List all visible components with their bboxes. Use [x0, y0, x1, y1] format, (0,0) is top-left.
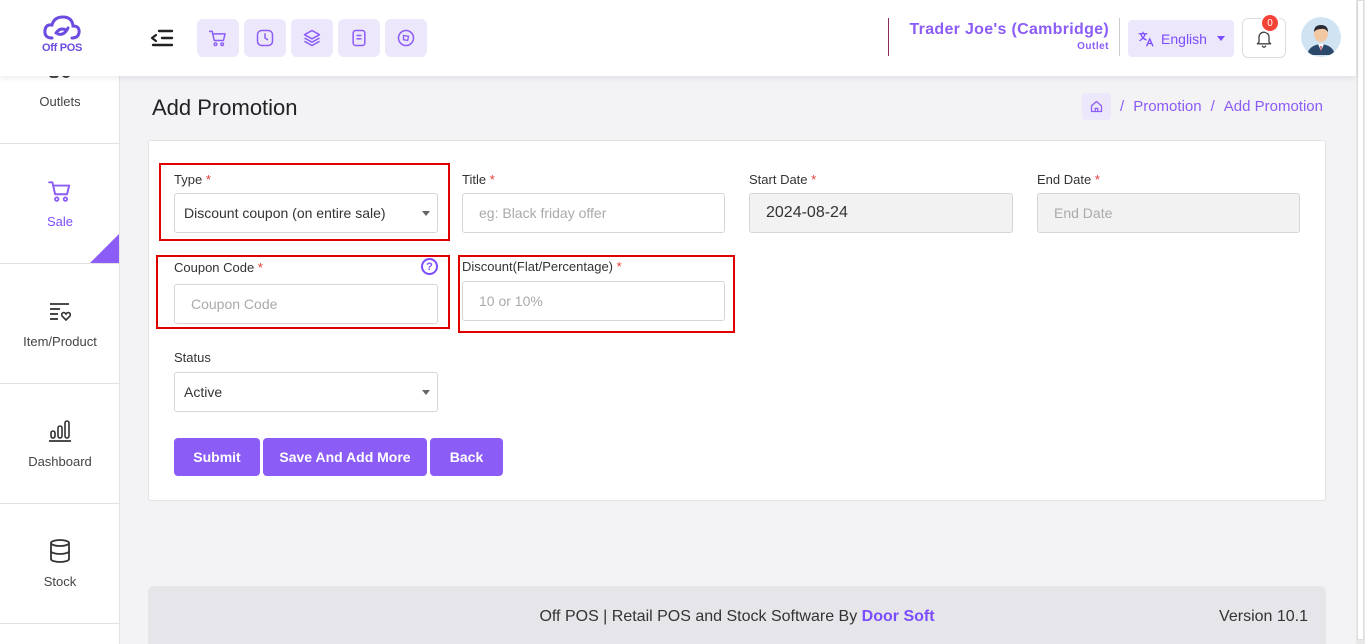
clock-icon	[256, 29, 274, 47]
end-date-label: End Date *	[1037, 172, 1100, 187]
bar-chart-icon	[49, 420, 71, 442]
quick-actions	[197, 19, 427, 57]
outlet-sub-label: Outlet	[1077, 41, 1109, 52]
highlight-box	[159, 163, 450, 241]
outlet-selector[interactable]: Trader Joe's (Cambridge) Outlet	[909, 21, 1109, 52]
quick-report-button[interactable]	[338, 19, 380, 57]
sidebar-item-stock[interactable]: Stock	[0, 504, 119, 624]
chevron-down-icon	[422, 390, 430, 395]
active-indicator	[90, 233, 119, 263]
user-avatar[interactable]	[1301, 17, 1341, 57]
list-heart-icon	[50, 303, 72, 322]
scrollbar-thumb[interactable]	[1357, 0, 1364, 640]
menu-collapse-icon[interactable]	[150, 26, 174, 50]
layers-icon	[303, 29, 321, 47]
quick-settings-button[interactable]	[385, 19, 427, 57]
back-button[interactable]: Back	[430, 438, 503, 476]
breadcrumb-current: Add Promotion	[1223, 98, 1323, 115]
footer-credits: Off POS | Retail POS and Stock Software …	[539, 608, 935, 625]
footer: Off POS | Retail POS and Stock Software …	[148, 586, 1326, 644]
quick-stock-button[interactable]	[291, 19, 333, 57]
submit-button[interactable]: Submit	[174, 438, 260, 476]
status-label: Status	[174, 350, 211, 365]
notification-badge: 0	[1260, 13, 1280, 33]
breadcrumb-promotion[interactable]: Promotion	[1133, 98, 1201, 115]
quick-sale-button[interactable]	[197, 19, 239, 57]
sidebar-item-outlets[interactable]: Outlets	[0, 76, 119, 144]
compass-icon	[397, 29, 415, 47]
end-date-input[interactable]: End Date	[1037, 193, 1300, 233]
top-bar: Off POS Trader Joe's (Cambridge) Outlet	[0, 0, 1356, 76]
sidebar-item-label: Stock	[43, 574, 77, 589]
quick-attendance-button[interactable]	[244, 19, 286, 57]
database-icon	[50, 539, 70, 563]
sidebar-item-label: Item/Product	[23, 334, 97, 349]
breadcrumb: / Promotion / Add Promotion	[1082, 93, 1323, 120]
language-dropdown[interactable]: English	[1128, 20, 1234, 57]
save-and-add-more-button[interactable]: Save And Add More	[263, 438, 427, 476]
sidebar: Outlets Sale Item/Product Dashboard Stoc…	[0, 76, 120, 644]
cart-icon	[48, 181, 71, 202]
cloud-logo-icon	[43, 15, 81, 40]
logo-text: Off POS	[41, 42, 83, 54]
status-select[interactable]: Active	[174, 372, 438, 412]
highlight-box	[458, 255, 735, 333]
language-label: English	[1161, 30, 1207, 47]
header-divider	[888, 18, 889, 56]
page-scrollbar[interactable]	[1356, 0, 1365, 644]
home-icon	[1090, 100, 1103, 113]
header-divider	[1119, 18, 1120, 56]
title-input[interactable]: eg: Black friday offer	[462, 193, 725, 233]
cart-icon	[208, 30, 226, 47]
breadcrumb-separator: /	[1210, 98, 1215, 115]
outlet-name: Trader Joe's (Cambridge)	[909, 21, 1109, 38]
title-label: Title *	[462, 172, 495, 187]
sidebar-item-label: Dashboard	[28, 454, 92, 469]
breadcrumb-separator: /	[1120, 98, 1125, 115]
version-label: Version 10.1	[1219, 608, 1308, 625]
chevron-down-icon	[1216, 36, 1225, 41]
translate-icon	[1138, 31, 1154, 46]
status-selected-value: Active	[184, 384, 223, 400]
footer-brand-link[interactable]: Door Soft	[862, 608, 935, 625]
document-icon	[352, 29, 366, 47]
start-date-input[interactable]: 2024-08-24	[749, 193, 1013, 233]
app-logo[interactable]: Off POS	[38, 14, 86, 62]
outlets-icon	[49, 76, 70, 78]
sidebar-item-label: Sale	[46, 214, 74, 229]
sidebar-item-label: Outlets	[39, 94, 81, 109]
sidebar-item-dashboard[interactable]: Dashboard	[0, 384, 119, 504]
page-title: Add Promotion	[152, 95, 298, 120]
sidebar-item-product[interactable]: Item/Product	[0, 264, 119, 384]
breadcrumb-home[interactable]	[1082, 93, 1112, 120]
sidebar-item-sale[interactable]: Sale	[0, 144, 119, 264]
start-date-label: Start Date *	[749, 172, 817, 187]
highlight-box	[156, 255, 450, 329]
